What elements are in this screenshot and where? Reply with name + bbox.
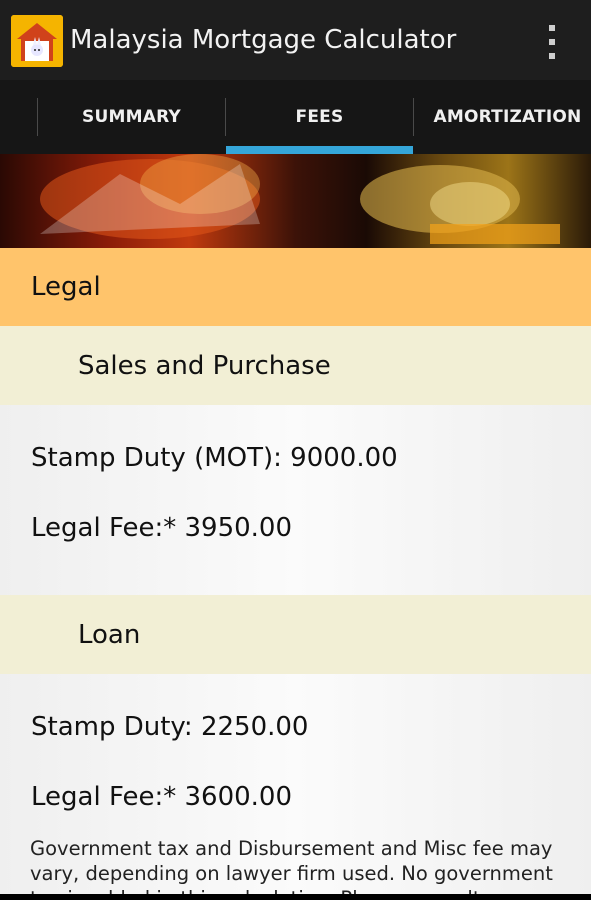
selected-tab-indicator [226,146,413,154]
action-bar: Malaysia Mortgage Calculator [0,0,591,80]
app-title: Malaysia Mortgage Calculator [70,25,457,55]
ad-banner[interactable] [0,154,591,248]
house-app-icon[interactable] [11,15,63,67]
tab-amortization[interactable]: AMORTIZATION [414,80,591,154]
sales-legal-fee: Legal Fee:* 3950.00 [31,513,293,543]
bottom-edge [0,894,591,900]
tab-fees[interactable]: FEES [226,80,413,154]
fees-content: Legal Sales and Purchase Stamp Duty (MOT… [0,248,591,894]
loan-header: Loan [0,595,591,674]
sales-stamp-duty: Stamp Duty (MOT): 9000.00 [31,443,398,473]
fees-disclaimer-note: Government tax and Disbursement and Misc… [30,837,553,894]
legal-section-header: Legal [0,248,591,326]
loan-stamp-duty: Stamp Duty: 2250.00 [31,712,309,742]
ad-banner-artwork [40,154,560,244]
overflow-menu-icon[interactable] [540,22,564,62]
tab-bar: SUMMARY FEES AMORTIZATION [0,80,591,154]
tab-summary[interactable]: SUMMARY [38,80,225,154]
loan-legal-fee: Legal Fee:* 3600.00 [31,782,293,812]
sales-purchase-header: Sales and Purchase [0,326,591,405]
